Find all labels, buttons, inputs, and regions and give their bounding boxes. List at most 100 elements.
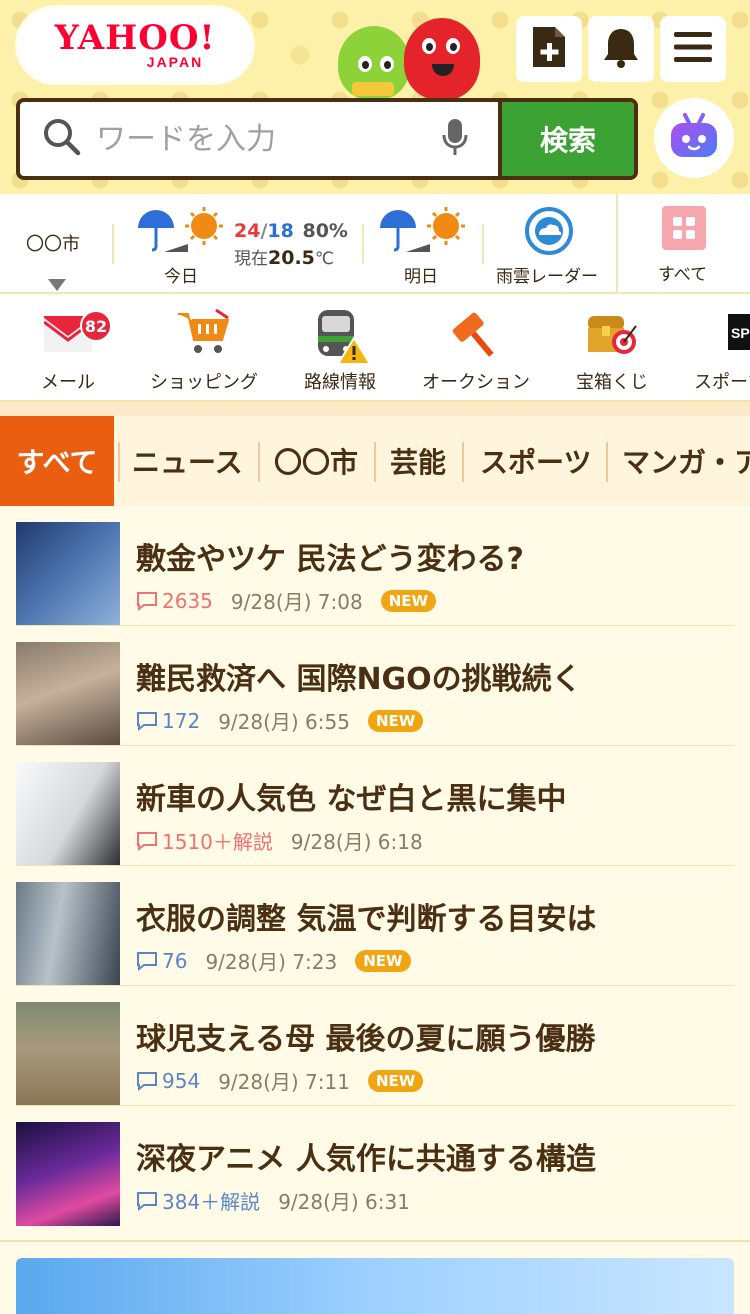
bell-icon: [599, 25, 643, 73]
news-list: 敷金やツケ 民法どう変わる? 2635 9/28(月) 7:08 NEW 難民救…: [0, 506, 750, 1242]
service-mail[interactable]: 82 メール: [18, 294, 118, 402]
today-weather[interactable]: 今日 24/18 80% 現在20.5℃: [114, 194, 362, 294]
news-title: 難民救済へ 国際NGOの挑戦続く: [136, 662, 582, 697]
microphone-icon[interactable]: [442, 117, 468, 161]
comment-count: 172: [136, 709, 200, 733]
service-auction[interactable]: オークション: [414, 294, 538, 402]
tab-manga[interactable]: マンガ・ア: [622, 416, 750, 506]
category-tabs: すべて ニュース 〇〇市 芸能 スポーツ マンガ・ア: [0, 416, 750, 506]
service-label: 宝箱くじ: [576, 372, 648, 393]
news-time: 9/28(月) 6:31: [278, 1190, 410, 1214]
service-treasure[interactable]: 宝箱くじ: [562, 294, 662, 402]
add-page-button[interactable]: [516, 16, 582, 82]
news-thumbnail: [16, 642, 120, 746]
rain-chance: 80%: [302, 220, 348, 242]
service-label: ショッピング: [150, 372, 258, 393]
service-shopping[interactable]: ショッピング: [142, 294, 266, 402]
news-thumbnail: [16, 1002, 120, 1106]
news-item[interactable]: 難民救済へ 国際NGOの挑戦続く 172 9/28(月) 6:55 NEW: [16, 626, 734, 746]
tomorrow-weather[interactable]: 明日: [364, 194, 482, 294]
tab-entertainment[interactable]: 芸能: [390, 416, 446, 506]
tab-all[interactable]: すべて: [0, 416, 114, 506]
shopping-cart-icon: [176, 308, 232, 360]
tomorrow-label: 明日: [404, 267, 438, 287]
service-label: オークション: [422, 372, 530, 393]
news-title: 新車の人気色 なぜ白と黒に集中: [136, 782, 567, 817]
search-input[interactable]: [96, 109, 416, 169]
new-badge: NEW: [355, 949, 411, 972]
tab-news[interactable]: ニュース: [132, 416, 243, 506]
today-high: 24: [234, 220, 261, 242]
new-badge: NEW: [367, 1069, 424, 1092]
news-item[interactable]: 球児支える母 最後の夏に願う優勝 954 9/28(月) 7:11 NEW: [16, 986, 734, 1106]
treasure-chest-icon: [584, 308, 640, 362]
news-title: 衣服の調整 気温で判断する目安は: [136, 902, 597, 937]
notification-button[interactable]: [588, 16, 654, 82]
news-thumbnail: [16, 1122, 120, 1226]
news-item[interactable]: 深夜アニメ 人気作に共通する構造 384＋解説 9/28(月) 6:31: [16, 1106, 734, 1226]
news-meta: 172 9/28(月) 6:55 NEW: [136, 706, 424, 735]
city-selector[interactable]: 〇〇市: [0, 194, 112, 294]
comment-count: 954: [136, 1069, 200, 1093]
banner-image[interactable]: [16, 1258, 734, 1314]
service-transit[interactable]: 路線情報: [290, 294, 390, 402]
today-temps: 24/18 80%: [234, 220, 348, 242]
news-thumbnail: [16, 522, 120, 626]
yahoo-logo[interactable]: YAHOO! JAPAN: [18, 8, 252, 82]
current-temp: 現在20.5℃: [234, 247, 334, 269]
tab-sports[interactable]: スポーツ: [480, 416, 591, 506]
news-time: 9/28(月) 7:11: [218, 1070, 350, 1094]
service-label: メール: [41, 372, 95, 393]
weather-bar: 〇〇市 今日 24/18 80% 現在20.5℃ 明日 雨雲レーダー すべて: [0, 194, 750, 294]
comment-count: 384＋解説: [136, 1186, 260, 1215]
header: YAHOO! JAPAN ワードを入力 検索: [0, 0, 750, 194]
news-time: 9/28(月) 6:55: [218, 710, 350, 734]
weather-all[interactable]: すべて: [618, 194, 750, 294]
search-icon: [42, 117, 82, 161]
tab-city[interactable]: 〇〇市: [274, 416, 358, 506]
comment-icon: [137, 1071, 157, 1091]
news-item[interactable]: 新車の人気色 なぜ白と黒に集中 1510＋解説 9/28(月) 6:18: [16, 746, 734, 866]
news-title: 球児支える母 最後の夏に願う優勝: [136, 1022, 596, 1057]
service-label: 路線情報: [304, 372, 376, 393]
today-label: 今日: [164, 267, 198, 287]
svg-text:SP: SP: [731, 325, 750, 341]
news-thumbnail: [16, 762, 120, 866]
comment-count: 76: [136, 949, 187, 973]
red-mascot-image: [404, 18, 480, 100]
chevron-down-icon: [48, 276, 66, 295]
comment-count: 1510＋解説: [136, 826, 273, 855]
comment-icon: [137, 1191, 157, 1211]
service-shortcuts: 82 メール ショッピング 路線情報 オークション 宝箱くじ SP スポー: [0, 294, 750, 402]
weather-all-label: すべて: [658, 265, 708, 285]
ai-assistant-button[interactable]: [654, 98, 734, 178]
news-time: 9/28(月) 7:23: [205, 950, 338, 974]
train-warning-icon: [308, 308, 372, 368]
news-meta: 954 9/28(月) 7:11 NEW: [136, 1066, 424, 1095]
search-button[interactable]: 検索: [498, 102, 634, 176]
news-item[interactable]: 敷金やツケ 民法どう変わる? 2635 9/28(月) 7:08 NEW: [16, 506, 734, 626]
news-thumbnail: [16, 882, 120, 986]
news-time: 9/28(月) 7:08: [230, 590, 363, 614]
news-item[interactable]: 衣服の調整 気温で判断する目安は 76 9/28(月) 7:23 NEW: [16, 866, 734, 986]
comment-icon: [137, 711, 157, 731]
news-time: 9/28(月) 6:18: [290, 830, 423, 854]
grid-icon: [662, 206, 706, 254]
unread-badge: 82: [80, 310, 112, 342]
radar-icon: [524, 206, 574, 260]
umbrella-sun-icon: [378, 206, 470, 258]
news-title: 深夜アニメ 人気作に共通する構造: [136, 1142, 596, 1177]
comment-count: 2635: [136, 589, 213, 613]
rain-radar[interactable]: 雨雲レーダー: [484, 194, 616, 294]
new-badge: NEW: [380, 589, 437, 612]
gavel-icon: [448, 308, 504, 366]
umbrella-sun-icon: [136, 206, 228, 258]
comment-icon: [137, 951, 157, 971]
menu-icon: [672, 29, 714, 69]
service-sports[interactable]: SP スポーツ: [692, 294, 750, 402]
green-mascot-image: [338, 26, 410, 100]
add-page-icon: [529, 25, 569, 73]
menu-button[interactable]: [660, 16, 726, 82]
search-box: 検索: [16, 98, 638, 180]
logo-sub-text: JAPAN: [146, 54, 204, 70]
